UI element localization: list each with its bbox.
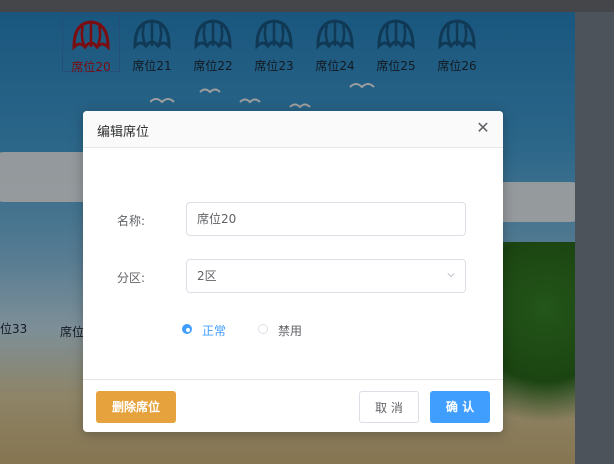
dialog-title: 编辑席位 (97, 125, 150, 140)
edit-seat-dialog: 编辑席位 ✕ 名称: 席位20 分区: 2区 正常 禁用 删除席位 取 消 确 … (83, 111, 503, 432)
dialog-footer: 删除席位 取 消 确 认 (83, 379, 503, 432)
close-icon[interactable]: ✕ (475, 120, 491, 136)
zone-label: 分区: (117, 271, 146, 285)
radio-dot (182, 324, 192, 334)
dialog-header: 编辑席位 ✕ (83, 111, 503, 148)
zone-select-value: 2区 (197, 269, 217, 283)
name-label: 名称: (117, 214, 146, 228)
radio-dot (258, 324, 268, 334)
page: 席位20 席位21 席位22 席位23 席位24 席位25 席位26 位33 席位 编辑席位… (0, 0, 614, 464)
name-input[interactable]: 席位20 (186, 202, 466, 236)
cancel-button[interactable]: 取 消 (359, 391, 419, 423)
chevron-down-icon (447, 273, 455, 278)
confirm-button[interactable]: 确 认 (430, 391, 490, 423)
radio-normal-label: 正常 (202, 324, 227, 338)
name-row: 名称: 席位20 (83, 202, 503, 238)
delete-seat-button[interactable]: 删除席位 (96, 391, 176, 423)
zone-row: 分区: 2区 (83, 259, 503, 295)
radio-disabled-label: 禁用 (278, 324, 303, 338)
zone-select[interactable]: 2区 (186, 259, 466, 293)
